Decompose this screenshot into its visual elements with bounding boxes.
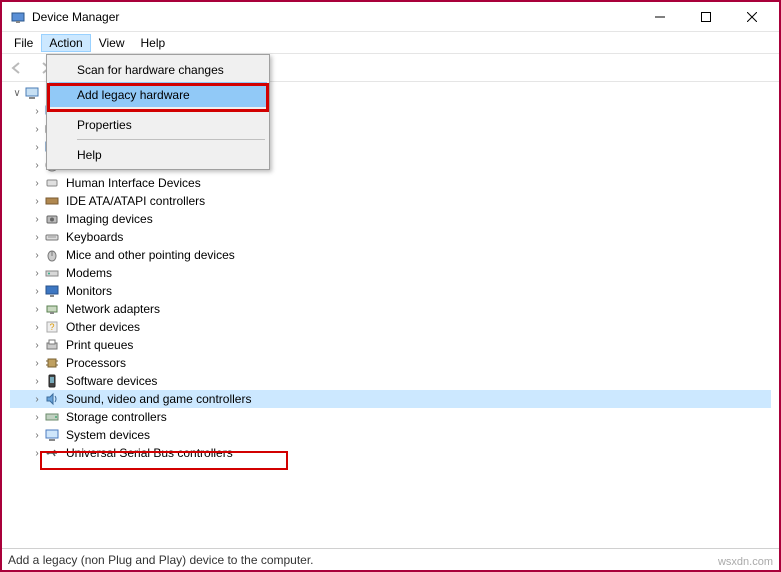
expand-arrow[interactable]: › xyxy=(30,160,44,171)
expand-arrow[interactable]: › xyxy=(30,376,44,387)
device-category[interactable]: › Software devices xyxy=(10,372,771,390)
menu-view[interactable]: View xyxy=(91,34,133,52)
device-category[interactable]: › Keyboards xyxy=(10,228,771,246)
device-icon xyxy=(44,409,60,425)
device-icon xyxy=(44,265,60,281)
device-category[interactable]: › Processors xyxy=(10,354,771,372)
expand-arrow[interactable]: › xyxy=(30,250,44,261)
expand-arrow[interactable]: › xyxy=(30,430,44,441)
device-label: Universal Serial Bus controllers xyxy=(66,446,233,460)
expand-arrow[interactable]: › xyxy=(30,232,44,243)
close-button[interactable] xyxy=(729,3,775,31)
menu-separator xyxy=(77,139,265,140)
device-category[interactable]: › Modems xyxy=(10,264,771,282)
device-category[interactable]: › Monitors xyxy=(10,282,771,300)
statusbar: Add a legacy (non Plug and Play) device … xyxy=(2,548,779,570)
device-label: IDE ATA/ATAPI controllers xyxy=(66,194,205,208)
device-label: Mice and other pointing devices xyxy=(66,248,235,262)
device-category[interactable]: › Human Interface Devices xyxy=(10,174,771,192)
expand-arrow[interactable]: › xyxy=(30,214,44,225)
device-label: Software devices xyxy=(66,374,157,388)
window-title: Device Manager xyxy=(32,10,637,24)
device-category[interactable]: › Universal Serial Bus controllers xyxy=(10,444,771,462)
expand-arrow[interactable]: › xyxy=(30,340,44,351)
device-label: Network adapters xyxy=(66,302,160,316)
device-icon xyxy=(44,247,60,263)
device-label: Human Interface Devices xyxy=(66,176,201,190)
expand-arrow[interactable]: › xyxy=(30,286,44,297)
device-category[interactable]: › Print queues xyxy=(10,336,771,354)
device-label: Other devices xyxy=(66,320,140,334)
menubar: File Action View Help xyxy=(2,32,779,54)
device-category[interactable]: › System devices xyxy=(10,426,771,444)
back-button[interactable] xyxy=(6,57,28,79)
menu-help[interactable]: Help xyxy=(133,34,174,52)
device-icon xyxy=(44,427,60,443)
expand-arrow[interactable]: › xyxy=(30,124,44,135)
device-label: Print queues xyxy=(66,338,133,352)
device-icon xyxy=(44,445,60,461)
device-label: Sound, video and game controllers xyxy=(66,392,251,406)
device-icon xyxy=(44,373,60,389)
menu-file[interactable]: File xyxy=(6,34,41,52)
device-label: Storage controllers xyxy=(66,410,167,424)
device-category[interactable]: › Sound, video and game controllers xyxy=(10,390,771,408)
expand-arrow[interactable]: › xyxy=(30,394,44,405)
titlebar: Device Manager xyxy=(2,2,779,32)
expand-arrow[interactable]: › xyxy=(30,412,44,423)
device-label: Processors xyxy=(66,356,126,370)
watermark: wsxdn.com xyxy=(718,556,773,568)
device-label: Monitors xyxy=(66,284,112,298)
menu-add-legacy[interactable]: Add legacy hardware xyxy=(49,82,267,107)
device-category[interactable]: › Network adapters xyxy=(10,300,771,318)
expand-arrow[interactable]: ∨ xyxy=(10,88,24,99)
expand-arrow[interactable]: › xyxy=(30,106,44,117)
expand-arrow[interactable]: › xyxy=(30,304,44,315)
menu-action[interactable]: Action xyxy=(41,34,90,52)
device-category[interactable]: › Mice and other pointing devices xyxy=(10,246,771,264)
device-icon: ? xyxy=(44,319,60,335)
device-icon xyxy=(44,175,60,191)
app-icon xyxy=(10,9,26,25)
svg-text:?: ? xyxy=(49,322,54,332)
device-label: Modems xyxy=(66,266,112,280)
device-category[interactable]: › Imaging devices xyxy=(10,210,771,228)
expand-arrow[interactable]: › xyxy=(30,142,44,153)
menu-properties[interactable]: Properties xyxy=(49,112,267,137)
expand-arrow[interactable]: › xyxy=(30,322,44,333)
device-icon xyxy=(44,337,60,353)
expand-arrow[interactable]: › xyxy=(30,268,44,279)
expand-arrow[interactable]: › xyxy=(30,448,44,459)
device-icon xyxy=(44,391,60,407)
computer-icon xyxy=(24,85,40,101)
device-category[interactable]: › Storage controllers xyxy=(10,408,771,426)
expand-arrow[interactable]: › xyxy=(30,196,44,207)
expand-arrow[interactable]: › xyxy=(30,358,44,369)
device-label: System devices xyxy=(66,428,150,442)
action-dropdown: Scan for hardware changes Add legacy har… xyxy=(46,54,270,170)
device-icon xyxy=(44,193,60,209)
device-label: Imaging devices xyxy=(66,212,153,226)
device-category[interactable]: › IDE ATA/ATAPI controllers xyxy=(10,192,771,210)
device-icon xyxy=(44,283,60,299)
device-icon xyxy=(44,355,60,371)
menu-help[interactable]: Help xyxy=(49,142,267,167)
menu-separator xyxy=(77,109,265,110)
device-icon xyxy=(44,211,60,227)
minimize-button[interactable] xyxy=(637,3,683,31)
expand-arrow[interactable]: › xyxy=(30,178,44,189)
device-category[interactable]: ›? Other devices xyxy=(10,318,771,336)
device-icon xyxy=(44,229,60,245)
status-text: Add a legacy (non Plug and Play) device … xyxy=(8,553,314,567)
menu-scan-hardware[interactable]: Scan for hardware changes xyxy=(49,57,267,82)
maximize-button[interactable] xyxy=(683,3,729,31)
device-icon xyxy=(44,301,60,317)
device-label: Keyboards xyxy=(66,230,123,244)
